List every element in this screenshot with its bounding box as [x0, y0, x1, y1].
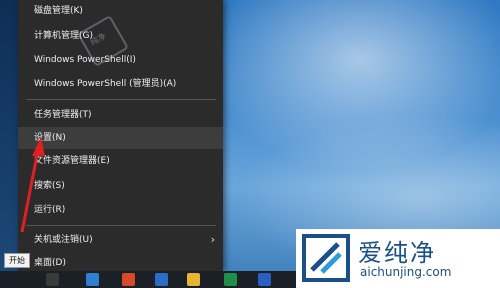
app-icon[interactable]	[258, 273, 271, 286]
search-icon[interactable]	[46, 273, 59, 286]
app-icon[interactable]	[122, 273, 135, 286]
watermark-logo-icon	[302, 234, 350, 282]
watermark-url: aichunjing.com	[360, 265, 452, 279]
excel-icon[interactable]	[224, 273, 237, 286]
folder-icon[interactable]	[187, 273, 200, 286]
start-tooltip: 开始	[4, 253, 30, 268]
watermark-logo: 爱纯净 aichunjing.com	[296, 229, 500, 288]
browser-icon[interactable]	[155, 273, 168, 286]
watermark-title: 爱纯净	[358, 239, 436, 267]
app-icon[interactable]	[86, 273, 99, 286]
